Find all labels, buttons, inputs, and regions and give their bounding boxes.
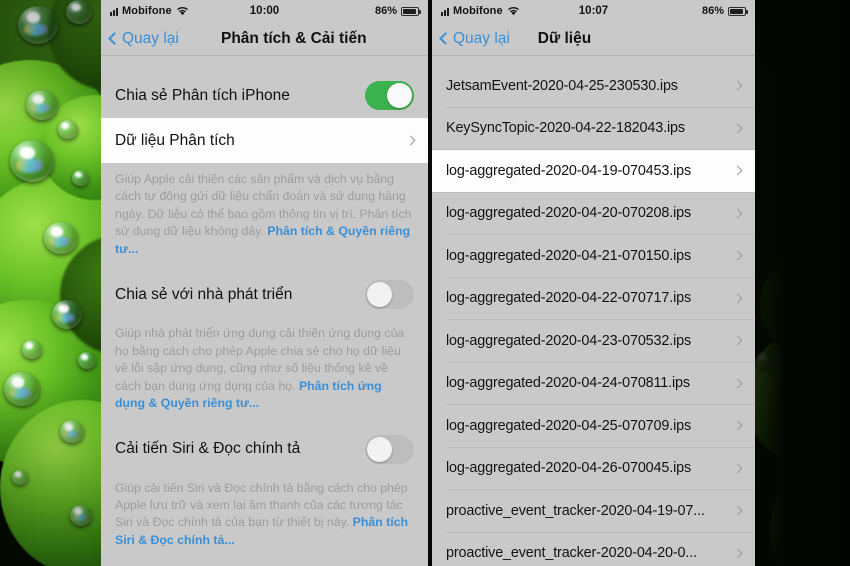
- file-list-item[interactable]: JetsamEvent-2020-04-25-230530.ips: [432, 65, 755, 107]
- back-button-label: Quay lại: [453, 29, 510, 47]
- chevron-right-icon: [732, 80, 743, 91]
- footnote-siri: Giúp cải tiến Siri và Đọc chính tả bằng …: [101, 471, 428, 564]
- row-label: Dữ liệu Phân tích: [115, 131, 235, 149]
- file-list-item[interactable]: proactive_event_tracker-2020-04-20-0...: [432, 532, 755, 566]
- left-nav-bar: Quay lại Phân tích & Cải tiến: [101, 22, 428, 56]
- left-phone-screenshot: Mobifone 10:00 86% Quay lại Phân tích & …: [101, 0, 428, 566]
- toggle-share-iphone-analytics[interactable]: [365, 81, 414, 110]
- battery-icon: [401, 6, 421, 16]
- chevron-right-icon: [732, 250, 743, 261]
- file-name-label: log-aggregated-2020-04-22-070717.ips: [446, 290, 692, 307]
- chevron-right-icon: [732, 548, 743, 559]
- file-name-label: log-aggregated-2020-04-25-070709.ips: [446, 417, 692, 434]
- chevron-right-icon: [732, 165, 743, 176]
- list-top-gap: [432, 56, 755, 65]
- file-list-item[interactable]: log-aggregated-2020-04-25-070709.ips: [432, 405, 755, 447]
- file-name-label: JetsamEvent-2020-04-25-230530.ips: [446, 77, 678, 94]
- row-analytics-data[interactable]: Dữ liệu Phân tích: [101, 118, 428, 163]
- chevron-right-icon: [732, 123, 743, 134]
- row-label: Chia sẻ với nhà phát triển: [115, 285, 293, 303]
- back-button[interactable]: Quay lại: [108, 29, 179, 48]
- clock: 10:07: [578, 5, 609, 17]
- back-button[interactable]: Quay lại: [439, 29, 510, 48]
- file-list-item[interactable]: log-aggregated-2020-04-22-070717.ips: [432, 277, 755, 319]
- file-list-item[interactable]: log-aggregated-2020-04-20-070208.ips: [432, 192, 755, 234]
- right-phone-screenshot: Mobifone 10:07 86% Quay lại Dữ liệu Jets…: [432, 0, 755, 566]
- chevron-right-icon: [732, 505, 743, 516]
- analytics-file-list: JetsamEvent-2020-04-25-230530.ips KeySync…: [432, 65, 755, 566]
- file-list-item[interactable]: log-aggregated-2020-04-21-070150.ips: [432, 235, 755, 277]
- file-list-item[interactable]: log-aggregated-2020-04-24-070811.ips: [432, 362, 755, 404]
- file-name-label: log-aggregated-2020-04-26-070045.ips: [446, 460, 692, 477]
- file-name-label: proactive_event_tracker-2020-04-20-0...: [446, 545, 697, 562]
- file-name-label: log-aggregated-2020-04-20-070208.ips: [446, 205, 692, 222]
- file-name-label: proactive_event_tracker-2020-04-19-07...: [446, 502, 705, 519]
- row-share-with-developers[interactable]: Chia sẻ với nhà phát triển: [101, 272, 428, 318]
- file-name-label: log-aggregated-2020-04-21-070150.ips: [446, 247, 692, 264]
- chevron-right-icon: [732, 335, 743, 346]
- file-name-label: KeySyncTopic-2020-04-22-182043.ips: [446, 120, 685, 137]
- toggle-improve-siri-dictation[interactable]: [365, 434, 414, 464]
- row-share-iphone-analytics[interactable]: Chia sẻ Phân tích iPhone: [101, 73, 428, 118]
- right-status-bar: Mobifone 10:07 86%: [432, 0, 755, 22]
- file-name-label: log-aggregated-2020-04-19-070453.ips: [446, 162, 692, 179]
- toggle-share-with-developers[interactable]: [365, 280, 414, 310]
- row-label: Cải tiến Siri & Đọc chính tả: [115, 440, 301, 458]
- chevron-right-icon: [732, 463, 743, 474]
- row-label: Chia sẻ Phân tích iPhone: [115, 86, 290, 104]
- file-list-item[interactable]: log-aggregated-2020-04-19-070453.ips: [432, 150, 755, 192]
- clock: 10:00: [249, 5, 280, 17]
- row-improve-siri-dictation[interactable]: Cải tiến Siri & Đọc chính tả: [101, 426, 428, 472]
- file-list-item[interactable]: proactive_event_tracker-2020-04-19-07...: [432, 490, 755, 532]
- file-name-label: log-aggregated-2020-04-23-070532.ips: [446, 332, 692, 349]
- chevron-right-icon: [732, 208, 743, 219]
- right-nav-bar: Quay lại Dữ liệu: [432, 22, 755, 56]
- chevron-right-icon: [405, 135, 416, 146]
- chevron-right-icon: [732, 293, 743, 304]
- file-name-label: log-aggregated-2020-04-24-070811.ips: [446, 375, 690, 392]
- section-gap: [101, 56, 428, 73]
- footnote-developers: Giúp nhà phát triển ứng dụng cải thiện ứ…: [101, 317, 428, 427]
- chevron-right-icon: [732, 420, 743, 431]
- file-list-item[interactable]: log-aggregated-2020-04-23-070532.ips: [432, 320, 755, 362]
- file-list-item[interactable]: KeySyncTopic-2020-04-22-182043.ips: [432, 107, 755, 149]
- back-button-label: Quay lại: [122, 29, 179, 47]
- file-list-item[interactable]: log-aggregated-2020-04-26-070045.ips: [432, 447, 755, 489]
- left-status-bar: Mobifone 10:00 86%: [101, 0, 428, 22]
- chevron-left-icon: [108, 32, 121, 45]
- page-title: Phân tích & Cải tiến: [221, 29, 367, 47]
- chevron-left-icon: [439, 32, 452, 45]
- footnote-analytics: Giúp Apple cải thiện các sản phẩm và dịc…: [101, 163, 428, 273]
- chevron-right-icon: [732, 378, 743, 389]
- battery-icon: [728, 6, 748, 16]
